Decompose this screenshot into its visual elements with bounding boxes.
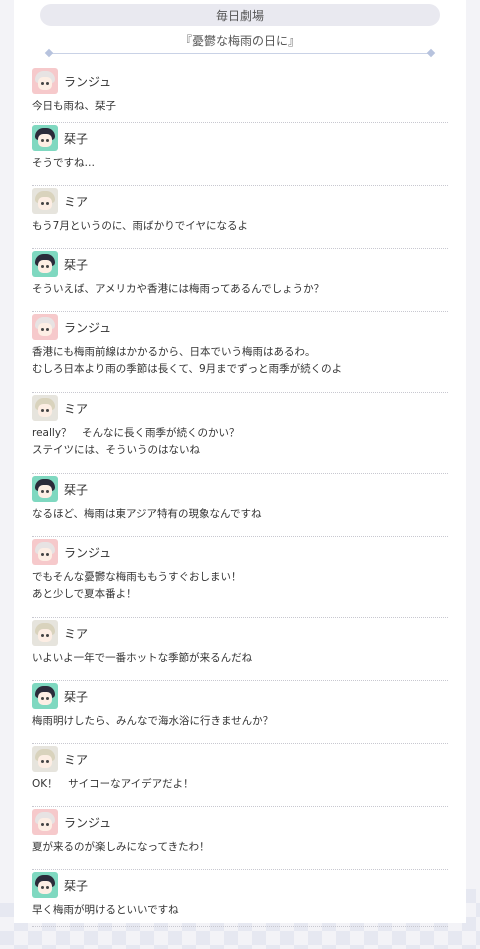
dialogue-line: ランジュ 香港にも梅雨前線はかかるから、日本でいう梅雨はあるわ。 むしろ日本より… — [32, 313, 448, 393]
dialogue-text: なるほど、梅雨は東アジア特有の現象なんですね — [32, 508, 262, 520]
dialogue-text: そうですね… — [32, 157, 95, 169]
section-title: 毎日劇場 — [215, 8, 264, 23]
character-avatar — [32, 188, 58, 214]
section-header: 毎日劇場 — [40, 4, 440, 26]
dialogue-line: ミア really？ そんなに長く雨季が続くのかい？ ステイツには、そういうのは… — [32, 394, 448, 474]
dialogue-line: ランジュ でもそんな憂鬱な梅雨ももうすぐおしまい！ あと少しで夏本番よ！ — [32, 538, 448, 618]
speaker-name: ミア — [64, 194, 89, 209]
character-avatar — [32, 620, 58, 646]
character-avatar — [32, 395, 58, 421]
speaker-name: 栞子 — [64, 257, 89, 272]
character-avatar — [32, 809, 58, 835]
dialogue-text: 梅雨明けしたら、みんなで海水浴に行きませんか？ — [32, 715, 274, 727]
character-avatar — [32, 476, 58, 502]
dialogue-text: 今日も雨ね、栞子 — [32, 100, 116, 112]
character-avatar — [32, 872, 58, 898]
character-avatar — [32, 746, 58, 772]
dialogue-line: ランジュ 今日も雨ね、栞子 — [32, 67, 448, 123]
character-avatar — [32, 251, 58, 277]
dialogue-text: そういえば、アメリカや香港には梅雨ってあるんでしょうか？ — [32, 283, 325, 295]
dialogue-line: ミア OK！ サイコーなアイデアだよ！ — [32, 745, 448, 807]
character-avatar — [32, 314, 58, 340]
speaker-name: 栞子 — [64, 689, 89, 704]
dialogue-text: 早く梅雨が明けるといいですね — [32, 904, 179, 916]
dialogue-line: ミア いよいよ一年で一番ホットな季節が来るんだね — [32, 619, 448, 681]
dialogue-text: いよいよ一年で一番ホットな季節が来るんだね — [32, 652, 253, 664]
speaker-name: ミア — [64, 401, 89, 416]
speaker-name: ランジュ — [64, 815, 112, 830]
speaker-name: 栞子 — [64, 878, 89, 893]
character-avatar — [32, 125, 58, 151]
dialogue-line: 栞子 そういえば、アメリカや香港には梅雨ってあるんでしょうか？ — [32, 250, 448, 312]
dialogue-line: ランジュ 夏が来るのが楽しみになってきたわ！ — [32, 808, 448, 870]
speaker-name: ミア — [64, 626, 89, 641]
speaker-name: 栞子 — [64, 131, 89, 146]
dialogue-line: 栞子 梅雨明けしたら、みんなで海水浴に行きませんか？ — [32, 682, 448, 744]
character-avatar — [32, 539, 58, 565]
dialogue-text: もう7月というのに、雨ばかりでイヤになるよ — [32, 220, 248, 232]
dialogue-line: 栞子 早く梅雨が明けるといいですね — [32, 871, 448, 927]
title-divider — [48, 53, 432, 54]
dialogue-text: 香港にも梅雨前線はかかるから、日本でいう梅雨はあるわ。 むしろ日本より雨の季節は… — [32, 346, 343, 375]
dialogue-line: ミア もう7月というのに、雨ばかりでイヤになるよ — [32, 187, 448, 249]
speaker-name: ランジュ — [64, 545, 112, 560]
dialogue-line: 栞子 そうですね… — [32, 124, 448, 186]
speaker-name: ランジュ — [64, 320, 112, 335]
character-avatar — [32, 68, 58, 94]
dialogue-text: でもそんな憂鬱な梅雨ももうすぐおしまい！ あと少しで夏本番よ！ — [32, 571, 242, 600]
episode-title: 『憂鬱な梅雨の日に』 — [179, 34, 300, 48]
speaker-name: 栞子 — [64, 482, 89, 497]
speaker-name: ミア — [64, 752, 89, 767]
dialogue-text: really？ そんなに長く雨季が続くのかい？ ステイツには、そういうのはないね — [32, 427, 240, 456]
character-avatar — [32, 683, 58, 709]
speaker-name: ランジュ — [64, 74, 112, 89]
dialogue-list[interactable]: ランジュ 今日も雨ね、栞子 栞子 そうですね… ミア もう7月というのに、雨ばか… — [32, 66, 448, 927]
dialogue-line: 栞子 なるほど、梅雨は東アジア特有の現象なんですね — [32, 475, 448, 537]
dialogue-text: OK！ サイコーなアイデアだよ！ — [32, 778, 194, 790]
dialogue-text: 夏が来るのが楽しみになってきたわ！ — [32, 841, 210, 853]
